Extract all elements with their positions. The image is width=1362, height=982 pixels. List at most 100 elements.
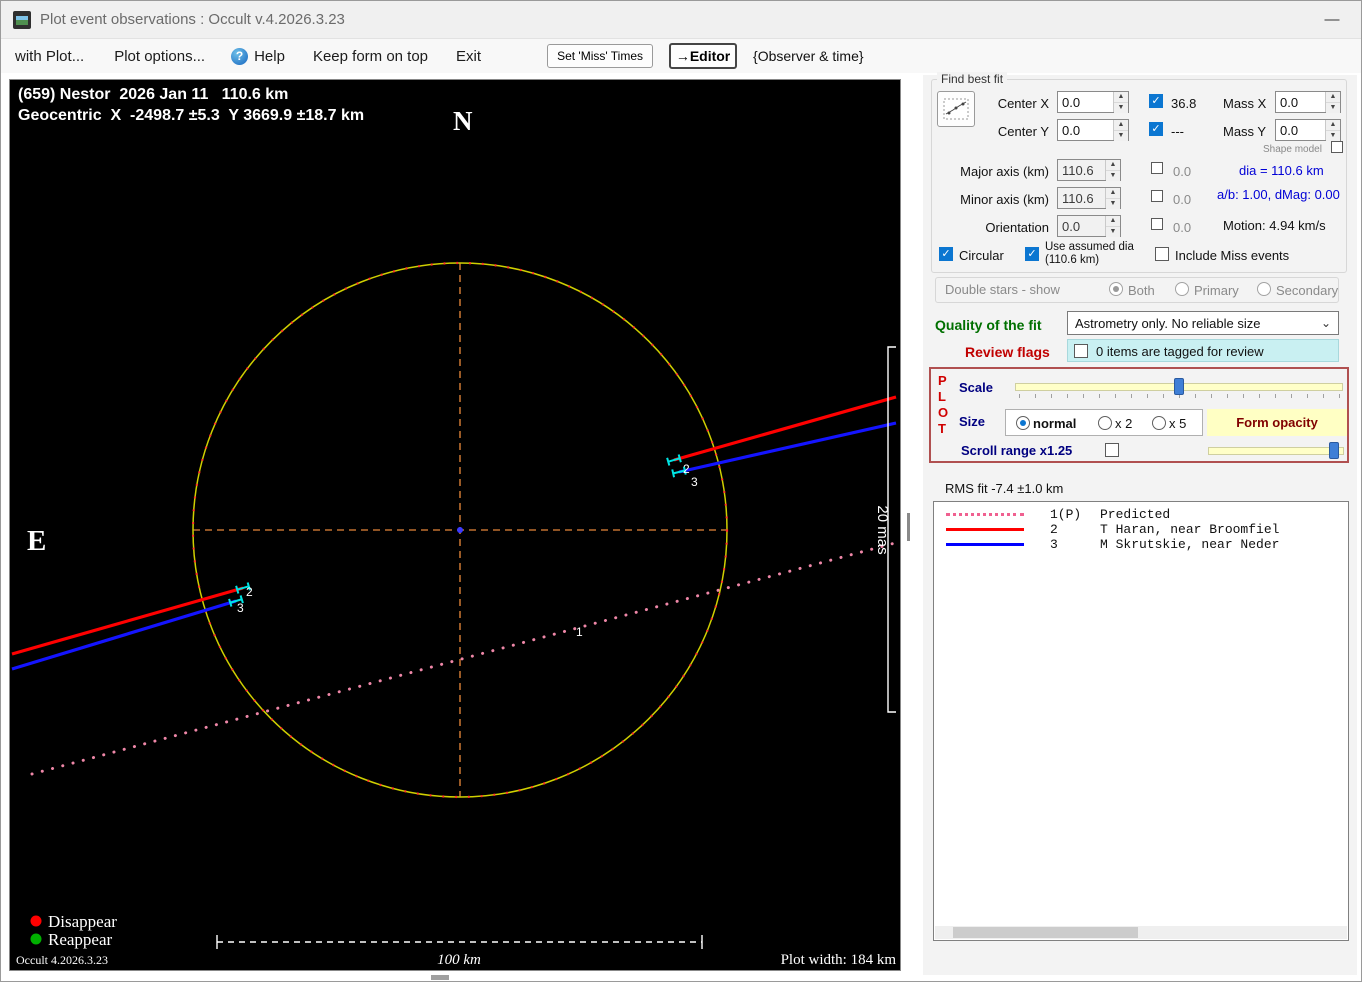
check-icon: ✓: [941, 248, 951, 260]
spin-down-icon[interactable]: ▼: [1114, 131, 1128, 141]
spin-up-icon[interactable]: ▲: [1326, 92, 1340, 103]
orientation-spin-buttons[interactable]: ▲ ▼: [1105, 216, 1120, 237]
size-normal-radio[interactable]: [1016, 416, 1030, 430]
best-fit-button[interactable]: [937, 91, 975, 127]
mass-y-spin-buttons[interactable]: ▲ ▼: [1325, 120, 1340, 141]
observer-list[interactable]: 1(P) Predicted 2 T Haran, near Broomfiel…: [933, 501, 1349, 941]
center-x-spin-buttons[interactable]: ▲ ▼: [1113, 92, 1128, 113]
disappear-dot-icon: [30, 915, 42, 927]
review-flags-label: Review flags: [965, 344, 1050, 360]
use-assumed-dia-checkbox[interactable]: ✓: [1025, 247, 1039, 261]
hscrollbar-thumb[interactable]: [953, 927, 1138, 938]
scroll-range-slider-thumb[interactable]: [1329, 442, 1339, 459]
spin-up-icon[interactable]: ▲: [1106, 188, 1120, 199]
observer-row-2[interactable]: 2 T Haran, near Broomfiel: [934, 522, 1348, 537]
observer-time-label: {Observer & time}: [753, 48, 864, 64]
center-y-spin-buttons[interactable]: ▲ ▼: [1113, 120, 1128, 141]
size-x5-label: x 5: [1169, 416, 1187, 431]
spin-down-icon[interactable]: ▼: [1326, 103, 1340, 113]
double-both-label: Both: [1128, 283, 1155, 298]
spin-down-icon[interactable]: ▼: [1326, 131, 1340, 141]
orientation-spinner[interactable]: 0.0 ▲ ▼: [1057, 215, 1121, 237]
observer-row-3[interactable]: 3 M Skrutskie, near Neder: [934, 537, 1348, 552]
menu-keep-on-top[interactable]: Keep form on top: [313, 48, 428, 65]
plot-svg: 1 2 3 2 3 N E 20 mas 100 km Disappear Re…: [11, 106, 897, 968]
menu-help-label: Help: [254, 47, 285, 65]
mass-y-spinner[interactable]: 0.0 ▲ ▼: [1275, 119, 1341, 141]
best-fit-chart-icon: [943, 98, 969, 120]
spin-down-icon[interactable]: ▼: [1106, 199, 1120, 209]
double-both-radio[interactable]: [1109, 282, 1123, 296]
plot-width-label: Plot width: 184 km: [781, 952, 897, 968]
mass-x-spin-buttons[interactable]: ▲ ▼: [1325, 92, 1340, 113]
fit-orientation-checkbox[interactable]: [1151, 218, 1163, 230]
check-icon: ✓: [1027, 248, 1037, 260]
spin-down-icon[interactable]: ▼: [1106, 227, 1120, 237]
spin-down-icon[interactable]: ▼: [1106, 171, 1120, 181]
menu-exit[interactable]: Exit: [456, 48, 481, 65]
circular-checkbox[interactable]: ✓: [939, 247, 953, 261]
scale-slider-thumb[interactable]: [1174, 378, 1184, 395]
bottom-scroll-thumb[interactable]: [431, 975, 449, 980]
rms-fit-label: RMS fit -7.4 ±1.0 km: [945, 481, 1064, 496]
scroll-range-label: Scroll range x1.25: [961, 443, 1073, 458]
double-secondary-radio[interactable]: [1257, 282, 1271, 296]
center-y-label: Center Y: [997, 124, 1049, 139]
fit-center-x-checkbox[interactable]: ✓: [1149, 94, 1163, 108]
spin-up-icon[interactable]: ▲: [1114, 120, 1128, 131]
minor-axis-spinner[interactable]: 110.6 ▲ ▼: [1057, 187, 1121, 209]
minor-axis-spin-buttons[interactable]: ▲ ▼: [1105, 188, 1120, 209]
mass-x-label: Mass X: [1223, 96, 1267, 111]
menu-plot-options[interactable]: Plot options...: [114, 48, 205, 65]
use-assumed-dia-label: Use assumed dia (110.6 km): [1045, 241, 1134, 266]
minimize-button[interactable]: —: [1315, 11, 1349, 28]
center-x-label: Center X: [997, 96, 1049, 111]
spin-up-icon[interactable]: ▲: [1326, 120, 1340, 131]
splitter-handle[interactable]: [907, 513, 910, 541]
double-primary-label: Primary: [1194, 283, 1239, 298]
observer-list-hscrollbar[interactable]: [935, 926, 1347, 939]
occultation-plot-canvas[interactable]: (659) Nestor 2026 Jan 11 110.6 km Geocen…: [9, 79, 901, 971]
quality-dropdown[interactable]: Astrometry only. No reliable size ⌄: [1067, 311, 1339, 335]
fit-major-checkbox[interactable]: [1151, 162, 1163, 174]
center-x-rms-value: 36.8: [1171, 96, 1197, 111]
fit-minor-checkbox[interactable]: [1151, 190, 1163, 202]
center-x-spinner[interactable]: 0.0 ▲ ▼: [1057, 91, 1129, 113]
plot-version-label: Occult 4.2026.3.23: [16, 953, 108, 967]
menu-help[interactable]: ? Help: [231, 47, 285, 65]
station-1-label: 1: [576, 625, 583, 639]
review-flags-checkbox[interactable]: [1074, 344, 1088, 358]
dropdown-arrow-icon: ⌄: [1320, 316, 1331, 330]
size-x5-radio[interactable]: [1152, 416, 1166, 430]
chord-2-line-sample: [946, 528, 1024, 531]
size-normal-label: normal: [1033, 416, 1077, 431]
spin-up-icon[interactable]: ▲: [1106, 216, 1120, 227]
set-miss-times-button[interactable]: Set 'Miss' Times: [547, 44, 654, 68]
shape-model-checkbox[interactable]: [1331, 141, 1343, 153]
editor-button[interactable]: →Editor: [669, 43, 738, 69]
mass-y-value: 0.0: [1280, 123, 1299, 138]
app-window: Plot event observations : Occult v.4.202…: [0, 0, 1362, 982]
menu-with-plot[interactable]: with Plot...: [15, 48, 84, 65]
form-opacity-button[interactable]: Form opacity: [1207, 409, 1347, 436]
major-axis-spinner[interactable]: 110.6 ▲ ▼: [1057, 159, 1121, 181]
spin-down-icon[interactable]: ▼: [1114, 103, 1128, 113]
major-axis-value: 110.6: [1062, 163, 1094, 178]
plot-letter-l: L: [938, 389, 946, 404]
scroll-range-checkbox[interactable]: [1105, 443, 1119, 457]
center-y-spinner[interactable]: 0.0 ▲ ▼: [1057, 119, 1129, 141]
fit-center-y-checkbox[interactable]: ✓: [1149, 122, 1163, 136]
double-primary-radio[interactable]: [1175, 282, 1189, 296]
mass-x-spinner[interactable]: 0.0 ▲ ▼: [1275, 91, 1341, 113]
include-miss-checkbox[interactable]: [1155, 247, 1169, 261]
major-axis-spin-buttons[interactable]: ▲ ▼: [1105, 160, 1120, 181]
spin-up-icon[interactable]: ▲: [1106, 160, 1120, 171]
scroll-range-slider-track[interactable]: [1208, 447, 1344, 455]
observer-name: Predicted: [1100, 507, 1171, 522]
minor-axis-value: 110.6: [1062, 191, 1094, 206]
minor-axis-label: Minor axis (km): [960, 192, 1049, 207]
observer-row-predicted[interactable]: 1(P) Predicted: [934, 507, 1348, 522]
spin-up-icon[interactable]: ▲: [1114, 92, 1128, 103]
scale-label: Scale: [959, 380, 993, 395]
size-x2-radio[interactable]: [1098, 416, 1112, 430]
